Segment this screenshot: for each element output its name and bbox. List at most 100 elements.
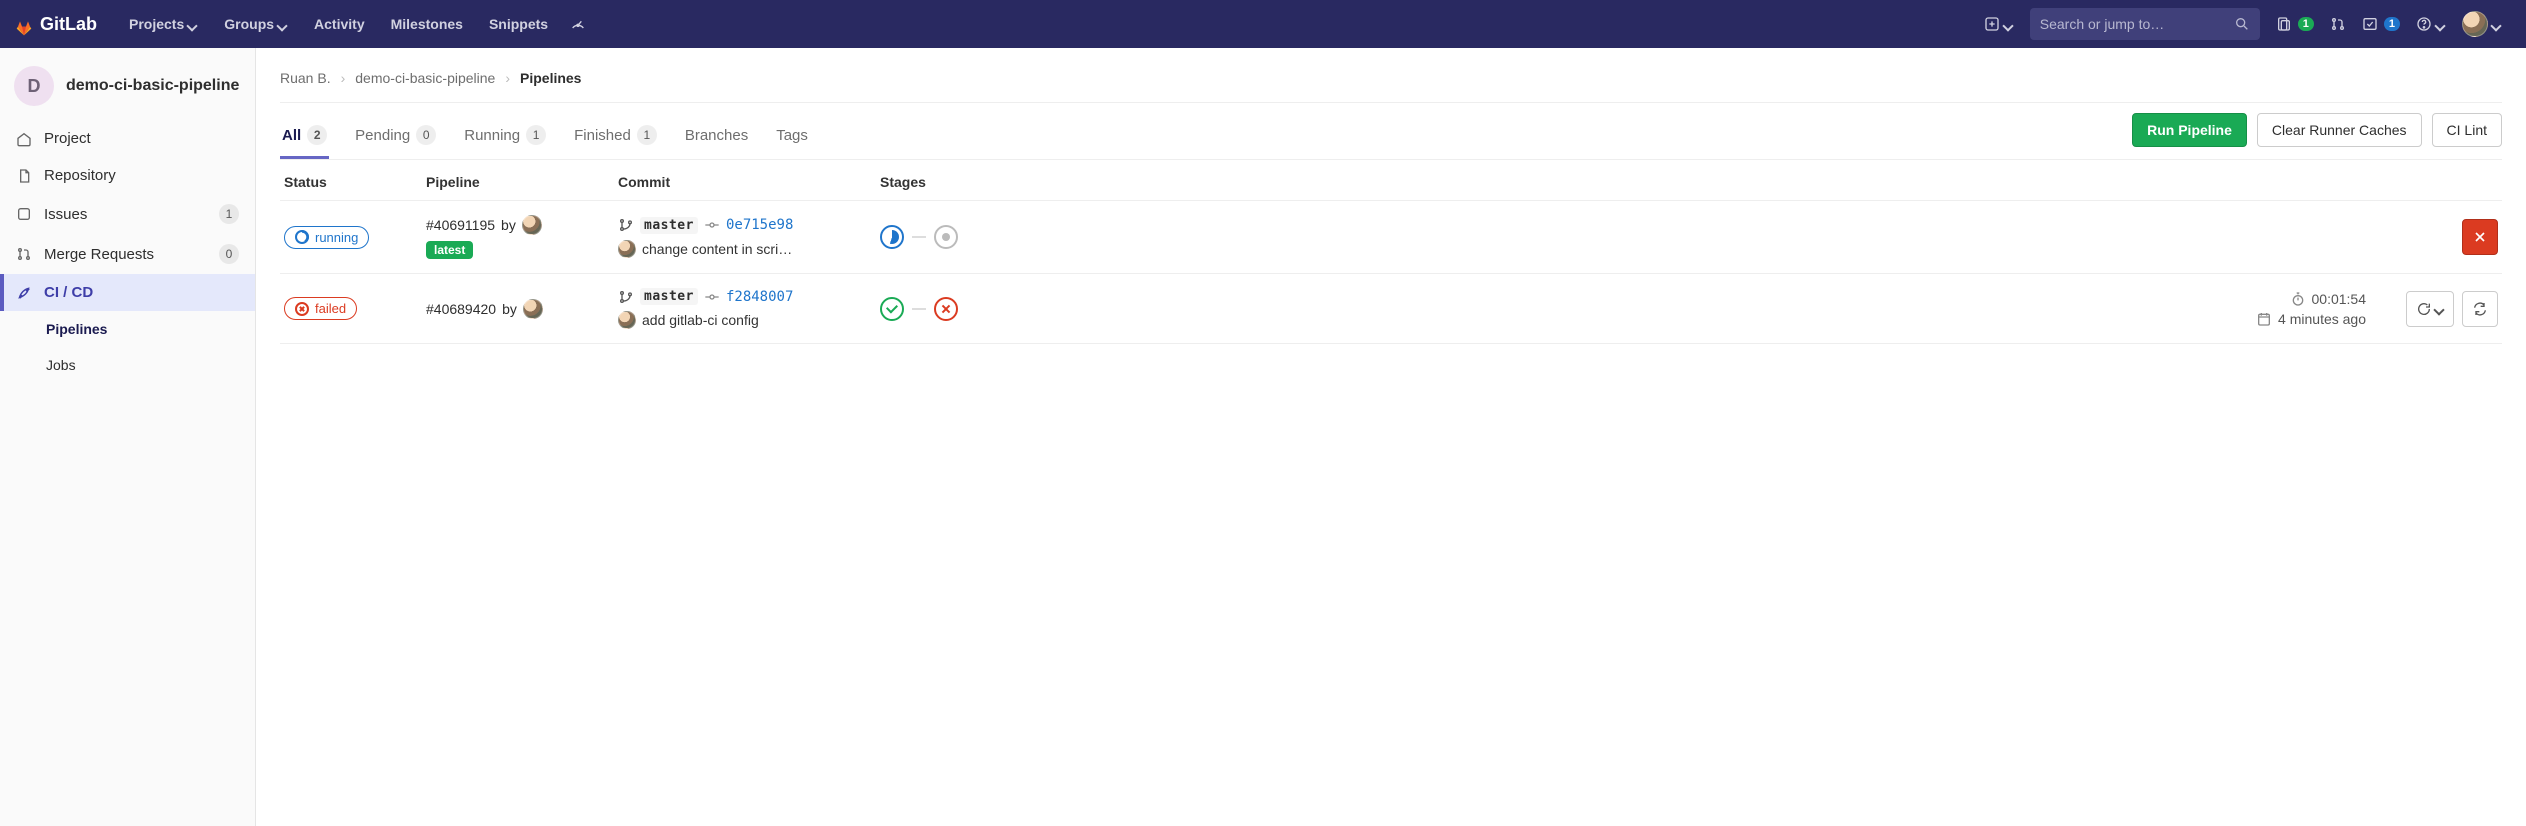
tab-count: 0 bbox=[416, 125, 436, 145]
chevron-down-icon bbox=[2492, 19, 2502, 29]
retry-icon bbox=[2416, 301, 2432, 317]
manual-actions-button[interactable] bbox=[2406, 291, 2454, 327]
chevron-down-icon bbox=[188, 19, 198, 29]
tab-label: Running bbox=[464, 127, 520, 144]
commit-message[interactable]: add gitlab-ci config bbox=[642, 312, 759, 328]
sidebar-item-label: Repository bbox=[44, 167, 116, 184]
tab-all[interactable]: All 2 bbox=[280, 111, 329, 159]
col-stages: Stages bbox=[880, 174, 2134, 190]
close-icon bbox=[2472, 229, 2488, 245]
sidebar-item-issues[interactable]: Issues 1 bbox=[0, 194, 255, 234]
finished-ago: 4 minutes ago bbox=[2278, 311, 2366, 327]
branch-name[interactable]: master bbox=[640, 217, 698, 234]
sidebar-item-label: Merge Requests bbox=[44, 246, 154, 263]
sidebar-item-label: Issues bbox=[44, 206, 87, 223]
nav-milestones[interactable]: Milestones bbox=[379, 10, 475, 38]
project-identicon: D bbox=[14, 66, 54, 106]
tab-finished[interactable]: Finished 1 bbox=[572, 111, 659, 159]
avatar[interactable] bbox=[618, 311, 636, 329]
nav-create[interactable] bbox=[1976, 10, 2022, 38]
file-icon bbox=[16, 168, 32, 184]
nav-items: Projects Groups Activity Milestones Snip… bbox=[117, 10, 594, 38]
avatar[interactable] bbox=[618, 240, 636, 258]
project-header[interactable]: D demo-ci-basic-pipeline bbox=[0, 58, 255, 120]
nav-todos[interactable]: 1 bbox=[2354, 10, 2408, 38]
nav-activity[interactable]: Activity bbox=[302, 10, 377, 38]
col-pipeline: Pipeline bbox=[426, 174, 606, 190]
pipeline-stages bbox=[880, 297, 2134, 321]
crumb-page: Pipelines bbox=[520, 70, 581, 86]
pipeline-row: running #40691195 by latest master bbox=[280, 201, 2502, 274]
project-name: demo-ci-basic-pipeline bbox=[66, 77, 239, 95]
retry-pipeline-button[interactable] bbox=[2462, 291, 2498, 327]
ci-lint-button[interactable]: CI Lint bbox=[2432, 113, 2502, 147]
stage-failed-icon[interactable] bbox=[934, 297, 958, 321]
chevron-right-icon: › bbox=[341, 70, 346, 86]
stopwatch-icon bbox=[2290, 291, 2306, 307]
todos-count-badge: 1 bbox=[2384, 17, 2400, 31]
nav-snippets[interactable]: Snippets bbox=[477, 10, 560, 38]
stage-running-icon[interactable] bbox=[880, 225, 904, 249]
status-failed-icon bbox=[295, 302, 309, 316]
branch-name[interactable]: master bbox=[640, 288, 698, 305]
calendar-icon bbox=[2256, 311, 2272, 327]
sidebar-item-label: Pipelines bbox=[46, 321, 107, 337]
commit-sha[interactable]: 0e715e98 bbox=[726, 217, 793, 233]
brand[interactable]: GitLab bbox=[16, 14, 97, 35]
breadcrumb: Ruan B. › demo-ci-basic-pipeline › Pipel… bbox=[280, 64, 2502, 103]
col-commit: Commit bbox=[618, 174, 868, 190]
avatar[interactable] bbox=[522, 215, 542, 235]
main-content: Ruan B. › demo-ci-basic-pipeline › Pipel… bbox=[256, 48, 2526, 826]
status-running-icon bbox=[295, 230, 309, 244]
nav-issues-shortcut[interactable]: 1 bbox=[2268, 10, 2322, 38]
global-search[interactable] bbox=[2030, 8, 2260, 40]
stage-connector bbox=[912, 308, 926, 310]
nav-user-menu[interactable] bbox=[2454, 5, 2510, 43]
sidebar-item-jobs[interactable]: Jobs bbox=[0, 347, 255, 383]
nav-groups[interactable]: Groups bbox=[212, 10, 300, 38]
avatar[interactable] bbox=[523, 299, 543, 319]
crumb-user[interactable]: Ruan B. bbox=[280, 70, 331, 86]
nav-milestones-label: Milestones bbox=[391, 16, 463, 32]
cancel-pipeline-button[interactable] bbox=[2462, 219, 2498, 255]
commit-sha[interactable]: f2848007 bbox=[726, 289, 793, 305]
tab-running[interactable]: Running 1 bbox=[462, 111, 548, 159]
pipeline-id[interactable]: #40691195 bbox=[426, 217, 495, 233]
tab-branches[interactable]: Branches bbox=[683, 111, 750, 159]
avatar bbox=[2462, 11, 2488, 37]
sidebar-item-label: Project bbox=[44, 130, 91, 147]
nav-merge-requests-shortcut[interactable] bbox=[2322, 10, 2354, 38]
issues-icon bbox=[2276, 16, 2292, 32]
tab-label: Finished bbox=[574, 127, 631, 144]
stage-passed-icon[interactable] bbox=[880, 297, 904, 321]
pipeline-id[interactable]: #40689420 bbox=[426, 301, 496, 317]
sidebar-item-pipelines[interactable]: Pipelines bbox=[0, 311, 255, 347]
by-label: by bbox=[501, 217, 516, 233]
status-badge[interactable]: failed bbox=[284, 297, 357, 320]
issues-count: 1 bbox=[219, 204, 239, 224]
tab-count: 2 bbox=[307, 125, 327, 145]
crumb-project[interactable]: demo-ci-basic-pipeline bbox=[355, 70, 495, 86]
pipeline-tabs: All 2 Pending 0 Running 1 Finished 1 Bra… bbox=[280, 111, 2502, 160]
home-icon bbox=[16, 131, 32, 147]
run-pipeline-button[interactable]: Run Pipeline bbox=[2132, 113, 2247, 147]
sidebar-item-merge-requests[interactable]: Merge Requests 0 bbox=[0, 234, 255, 274]
commit-message[interactable]: change content in scri… bbox=[642, 241, 792, 257]
tab-count: 1 bbox=[637, 125, 657, 145]
pipeline-stages bbox=[880, 225, 2134, 249]
search-input[interactable] bbox=[2040, 16, 2234, 32]
nav-performance[interactable] bbox=[562, 10, 594, 38]
clear-caches-button[interactable]: Clear Runner Caches bbox=[2257, 113, 2422, 147]
nav-help[interactable] bbox=[2408, 10, 2454, 38]
status-badge[interactable]: running bbox=[284, 226, 369, 249]
search-icon bbox=[2234, 16, 2250, 32]
nav-projects[interactable]: Projects bbox=[117, 10, 210, 38]
gitlab-logo-icon bbox=[16, 16, 32, 32]
merge-request-icon bbox=[2330, 16, 2346, 32]
tab-pending[interactable]: Pending 0 bbox=[353, 111, 438, 159]
tab-tags[interactable]: Tags bbox=[774, 111, 810, 159]
sidebar-item-cicd[interactable]: CI / CD bbox=[0, 274, 255, 311]
stage-created-icon[interactable] bbox=[934, 225, 958, 249]
sidebar-item-repository[interactable]: Repository bbox=[0, 157, 255, 194]
sidebar-item-project[interactable]: Project bbox=[0, 120, 255, 157]
